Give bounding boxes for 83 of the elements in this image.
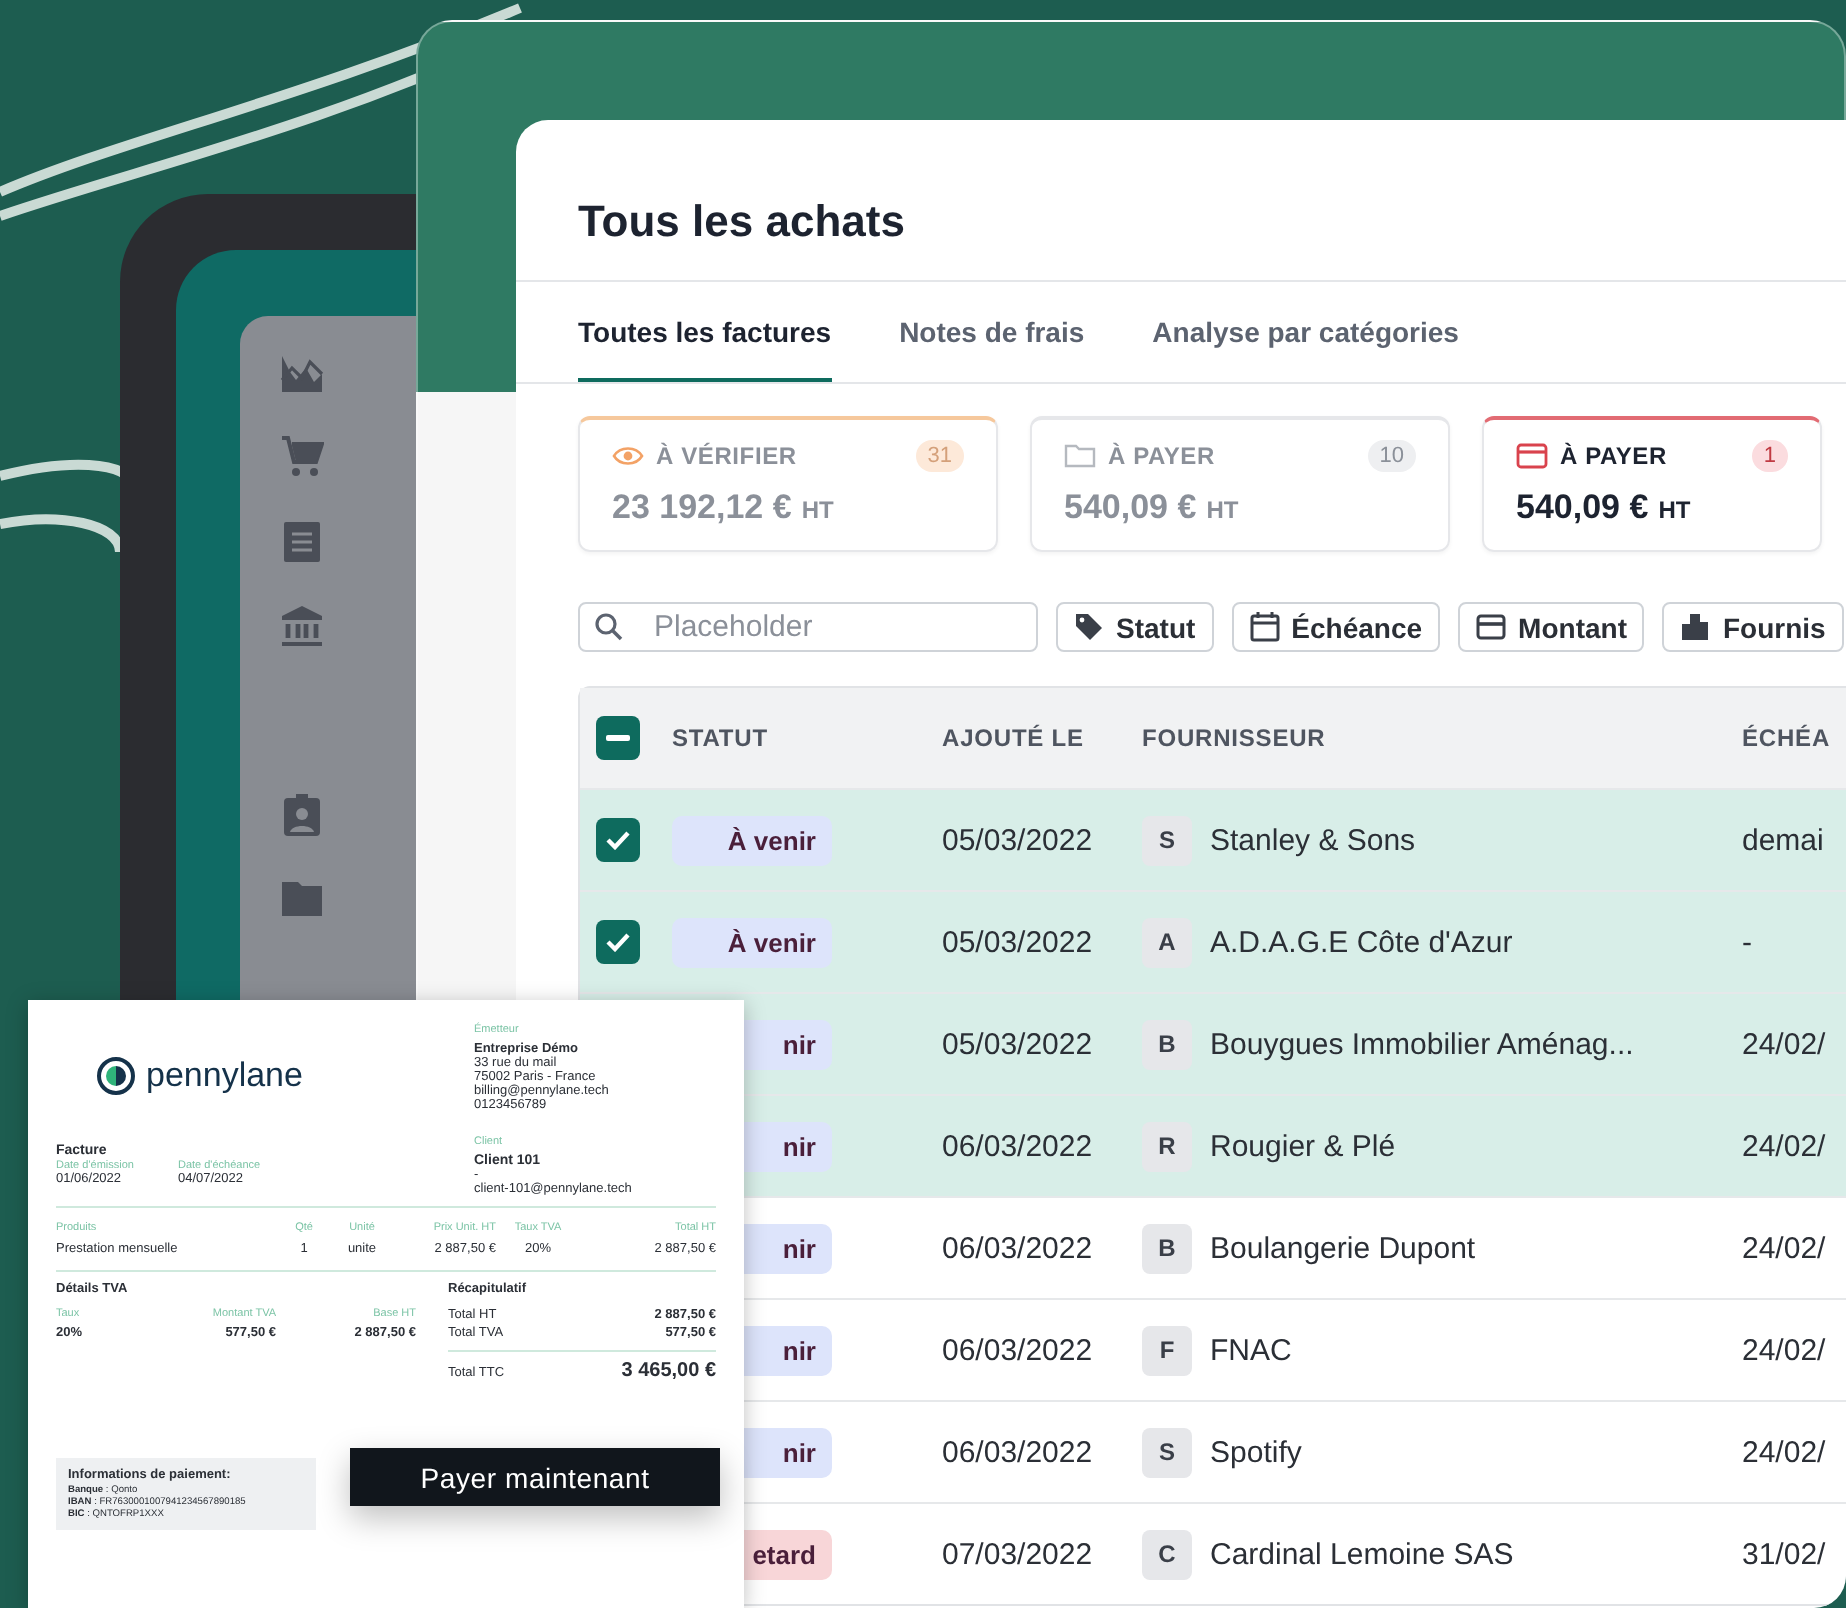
- column-header: STATUT: [672, 724, 770, 752]
- column-header: AJOUTÉ LE: [942, 724, 1086, 752]
- count-badge: 10: [1367, 440, 1416, 472]
- search-field[interactable]: Placeholder: [578, 602, 1038, 652]
- check-icon: [606, 830, 630, 850]
- supplier-avatar: C: [1142, 1529, 1192, 1579]
- table-cell-text: 06/03/2022: [942, 1129, 1095, 1163]
- checkbox[interactable]: [596, 716, 640, 760]
- column-header: ÉCHÉA: [1742, 724, 1833, 752]
- table-cell-text: 07/03/2022: [942, 1537, 1095, 1571]
- page-title: Tous les achats: [578, 196, 907, 250]
- table-cell-text: 06/03/2022: [942, 1231, 1095, 1265]
- filter-button[interactable]: Échéance: [1231, 602, 1441, 652]
- table-cell-text: 31/02/: [1742, 1537, 1828, 1571]
- summary-card[interactable]: À PAYER 1 540,09 € HT: [1482, 416, 1822, 552]
- supplier-avatar: S: [1142, 815, 1192, 865]
- table-cell-text: 05/03/2022: [942, 823, 1095, 857]
- status-badge: À venir: [672, 917, 832, 967]
- contact-icon[interactable]: [280, 792, 324, 836]
- filter-button[interactable]: Fournis: [1662, 602, 1844, 652]
- bank-icon[interactable]: [280, 604, 324, 648]
- filter-button[interactable]: Statut: [1056, 602, 1214, 652]
- table-cell-text: 06/03/2022: [942, 1435, 1095, 1469]
- unit-label: HT: [801, 496, 834, 524]
- supplier-avatar: B: [1142, 1019, 1192, 1069]
- supplier-avatar: A: [1142, 917, 1192, 967]
- table-cell-text: 24/02/: [1742, 1435, 1828, 1469]
- column-header: FOURNISSEUR: [1142, 724, 1328, 752]
- folder-icon[interactable]: [280, 876, 324, 920]
- count-badge: 31: [915, 440, 964, 472]
- table-cell: Boulangerie Dupont: [1210, 1231, 1476, 1265]
- unit-label: HT: [1658, 496, 1691, 524]
- table-cell-text: 05/03/2022: [942, 925, 1095, 959]
- tab[interactable]: Notes de frais: [899, 282, 1085, 382]
- logo-text: pennylane: [146, 1056, 303, 1096]
- card-label: À VÉRIFIER: [656, 442, 799, 470]
- tab[interactable]: Analyse par catégories: [1152, 282, 1459, 382]
- pay-now-button[interactable]: Payer maintenant: [350, 1448, 720, 1506]
- tag-icon: [1074, 612, 1104, 642]
- table-cell: Cardinal Lemoine SAS: [1210, 1537, 1514, 1571]
- table-cell-text: 24/02/: [1742, 1231, 1828, 1265]
- filter-button[interactable]: Montant: [1458, 602, 1645, 652]
- calendar-icon: [1249, 612, 1280, 642]
- document-icon[interactable]: [280, 520, 324, 564]
- unit-label: HT: [1206, 496, 1239, 524]
- folder-icon: [1064, 442, 1096, 470]
- table-cell: Spotify: [1210, 1435, 1302, 1469]
- card-label: À PAYER: [1108, 442, 1217, 470]
- table-cell-text: 24/02/: [1742, 1129, 1828, 1163]
- supplier-avatar: S: [1142, 1427, 1192, 1477]
- check-icon: [606, 932, 630, 952]
- table-cell-text: 24/02/: [1742, 1027, 1828, 1061]
- table-row[interactable]: À venir 05/03/2022 A A.D.A.G.E Côte d'Azur -: [580, 890, 1846, 992]
- table-cell-text: 06/03/2022: [942, 1333, 1095, 1367]
- table-cell: FNAC: [1210, 1333, 1292, 1367]
- logo-icon: [96, 1056, 136, 1096]
- checkbox[interactable]: [596, 818, 640, 862]
- card-label: À PAYER: [1560, 442, 1669, 470]
- table-cell-text: demai: [1742, 823, 1826, 857]
- amount: 540,09 €: [1516, 488, 1649, 528]
- card-icon: [1476, 612, 1507, 642]
- table-cell-text: 05/03/2022: [942, 1027, 1095, 1061]
- minus-icon: [606, 734, 630, 742]
- supplier-avatar: R: [1142, 1121, 1192, 1171]
- count-badge: 1: [1751, 440, 1788, 472]
- table-cell: Bouygues Immobilier Aménag...: [1210, 1027, 1634, 1061]
- supplier-avatar: F: [1142, 1325, 1192, 1375]
- building-icon: [1680, 612, 1711, 642]
- chart-icon[interactable]: [280, 352, 324, 396]
- table-cell-text: 24/02/: [1742, 1333, 1828, 1367]
- amount: 23 192,12 €: [612, 488, 792, 528]
- supplier-avatar: B: [1142, 1223, 1192, 1273]
- table-cell: Rougier & Plé: [1210, 1129, 1396, 1163]
- status-badge: À venir: [672, 815, 832, 865]
- checkbox[interactable]: [596, 920, 640, 964]
- card-icon: [1516, 442, 1548, 470]
- eye-icon: [612, 442, 644, 470]
- table-cell: Stanley & Sons: [1210, 823, 1416, 857]
- table-row[interactable]: À venir 05/03/2022 S Stanley & Sons demai: [580, 788, 1846, 890]
- cart-icon[interactable]: [280, 436, 324, 480]
- table-cell-text: -: [1742, 925, 1754, 959]
- table-cell: A.D.A.G.E Côte d'Azur: [1210, 925, 1513, 959]
- amount: 540,09 €: [1064, 488, 1197, 528]
